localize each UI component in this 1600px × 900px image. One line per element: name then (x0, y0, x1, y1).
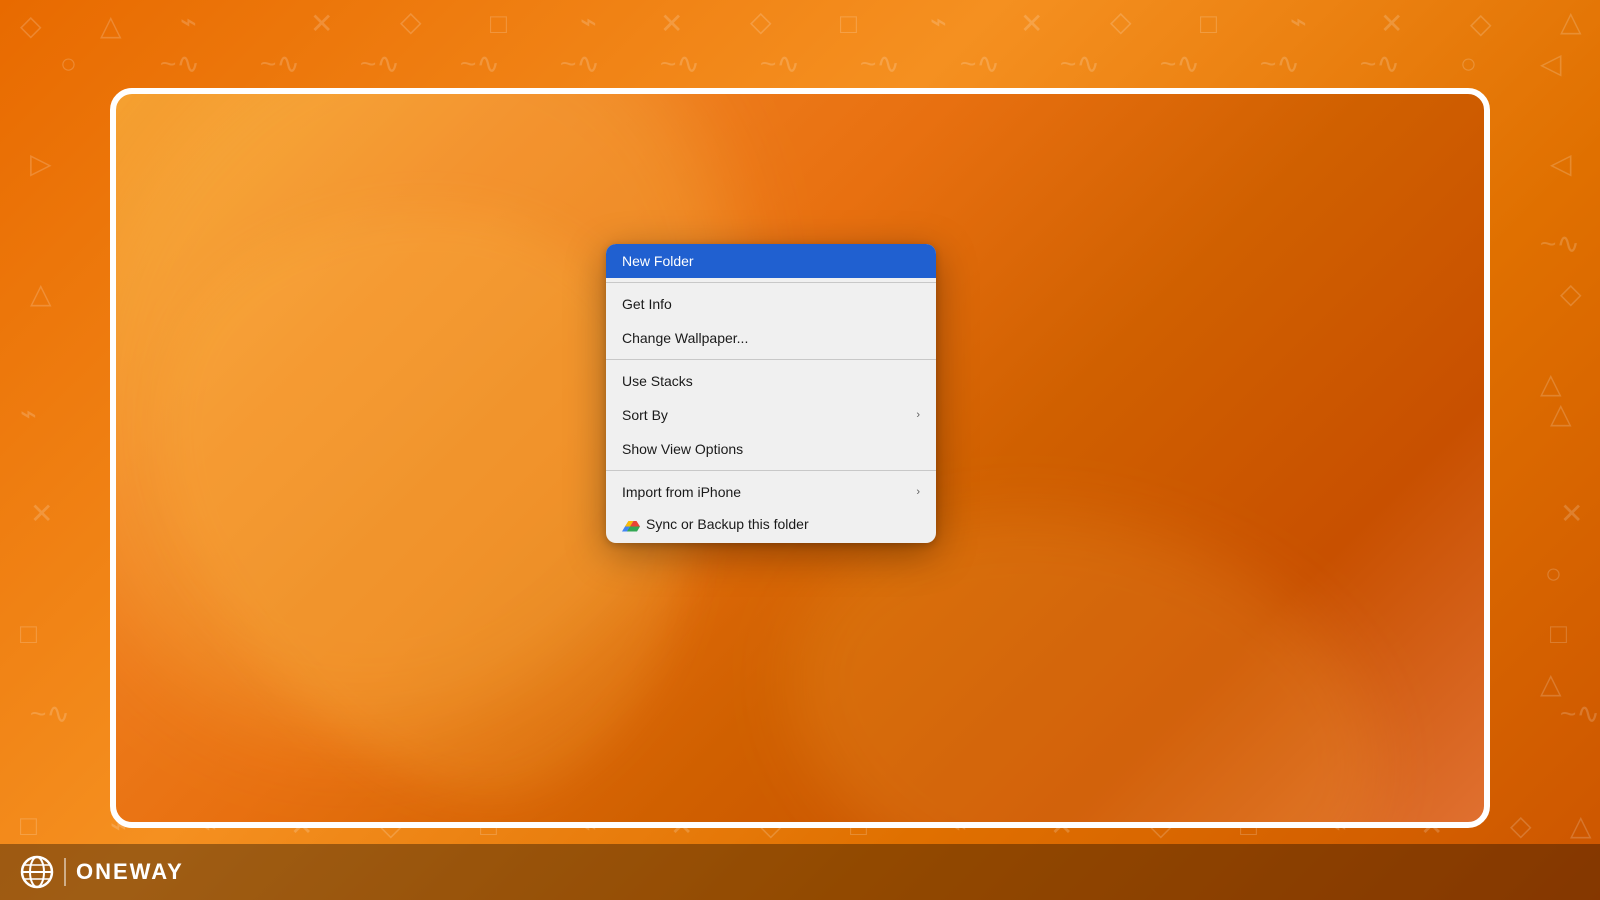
pattern-symbol: ◁ (1540, 50, 1562, 78)
context-menu: New Folder Get Info Change Wallpaper... … (606, 244, 936, 543)
pattern-symbol: ~∿ (760, 50, 800, 78)
menu-separator-2 (606, 359, 936, 360)
pattern-symbol: □ (1550, 620, 1567, 648)
pattern-symbol: ◁ (1550, 150, 1572, 178)
pattern-symbol: ○ (1460, 50, 1477, 78)
bottom-bar: ONEWAY (0, 844, 1600, 900)
menu-item-show-view-options[interactable]: Show View Options (606, 432, 936, 466)
pattern-symbol: ~∿ (860, 50, 900, 78)
pattern-symbol: ✕ (1560, 500, 1583, 528)
pattern-symbol: ○ (1545, 560, 1562, 588)
pattern-symbol: ✕ (660, 10, 683, 38)
menu-item-new-folder-label: New Folder (622, 253, 920, 269)
pattern-symbol: ~∿ (660, 50, 700, 78)
google-drive-icon (622, 516, 640, 532)
main-card: New Folder Get Info Change Wallpaper... … (110, 88, 1490, 828)
menu-item-use-stacks[interactable]: Use Stacks (606, 364, 936, 398)
pattern-symbol: ◇ (1510, 812, 1532, 840)
pattern-symbol: △ (1540, 670, 1562, 698)
pattern-symbol: ~∿ (460, 50, 500, 78)
pattern-symbol: ⌁ (930, 8, 947, 36)
pattern-symbol: ~∿ (1160, 50, 1200, 78)
pattern-symbol: △ (1540, 370, 1562, 398)
pattern-symbol: ~∿ (560, 50, 600, 78)
sort-by-chevron-icon: › (916, 409, 920, 421)
menu-item-new-folder[interactable]: New Folder (606, 244, 936, 278)
pattern-symbol: ◇ (20, 12, 42, 40)
pattern-symbol: □ (20, 812, 37, 840)
pattern-symbol: ~∿ (160, 50, 200, 78)
menu-item-show-view-options-label: Show View Options (622, 441, 920, 457)
menu-item-use-stacks-label: Use Stacks (622, 373, 920, 389)
pattern-symbol: ~∿ (960, 50, 1000, 78)
menu-item-import-from-iphone-label: Import from iPhone (622, 484, 916, 500)
pattern-symbol: ~∿ (1260, 50, 1300, 78)
pattern-symbol: ◇ (1110, 8, 1132, 36)
pattern-symbol: ✕ (310, 10, 333, 38)
menu-separator-3 (606, 470, 936, 471)
brand-logo-icon (20, 855, 54, 889)
menu-item-import-from-iphone[interactable]: Import from iPhone › (606, 475, 936, 509)
menu-item-change-wallpaper[interactable]: Change Wallpaper... (606, 321, 936, 355)
menu-item-get-info[interactable]: Get Info (606, 287, 936, 321)
pattern-symbol: ◇ (400, 8, 422, 36)
pattern-symbol: ◇ (1470, 10, 1492, 38)
outer-background: ◇ △ ⌁ ✕ ◇ □ ⌁ ✕ ◇ □ ⌁ ✕ ◇ □ ⌁ ✕ ◇ △ ○ ~∿… (0, 0, 1600, 900)
menu-item-sync-backup[interactable]: Sync or Backup this folder (606, 509, 936, 543)
pattern-symbol: △ (30, 280, 52, 308)
pattern-symbol: △ (100, 12, 122, 40)
pattern-symbol: ◇ (1560, 280, 1582, 308)
menu-separator-1 (606, 282, 936, 283)
pattern-symbol: □ (1200, 10, 1217, 38)
pattern-symbol: ◇ (750, 8, 772, 36)
pattern-symbol: ⌁ (1290, 8, 1307, 36)
menu-item-sort-by-label: Sort By (622, 407, 916, 423)
pattern-symbol: ⌁ (20, 400, 37, 428)
pattern-symbol: ~∿ (1060, 50, 1100, 78)
pattern-symbol: ✕ (30, 500, 53, 528)
pattern-symbol: □ (20, 620, 37, 648)
import-iphone-chevron-icon: › (916, 486, 920, 498)
pattern-symbol: ✕ (1020, 10, 1043, 38)
pattern-symbol: △ (1560, 8, 1582, 36)
pattern-symbol: ~∿ (1560, 700, 1600, 728)
menu-item-sort-by[interactable]: Sort By › (606, 398, 936, 432)
pattern-symbol: ~∿ (1540, 230, 1580, 258)
pattern-symbol: ○ (60, 50, 77, 78)
pattern-symbol: ▷ (30, 150, 52, 178)
pattern-symbol: □ (840, 10, 857, 38)
pattern-symbol: ~∿ (260, 50, 300, 78)
pattern-symbol: ⌁ (580, 8, 597, 36)
brand-name: ONEWAY (76, 859, 184, 885)
pattern-symbol: △ (1550, 400, 1572, 428)
menu-item-sync-backup-label: Sync or Backup this folder (646, 516, 920, 532)
pattern-symbol: □ (490, 10, 507, 38)
pattern-symbol: ⌁ (180, 8, 197, 36)
pattern-symbol: ~∿ (360, 50, 400, 78)
pattern-symbol: ~∿ (30, 700, 70, 728)
menu-item-get-info-label: Get Info (622, 296, 920, 312)
pattern-symbol: ~∿ (1360, 50, 1400, 78)
pattern-symbol: ✕ (1380, 10, 1403, 38)
brand-divider (64, 858, 66, 886)
pattern-symbol: △ (1570, 812, 1592, 840)
menu-item-change-wallpaper-label: Change Wallpaper... (622, 330, 920, 346)
